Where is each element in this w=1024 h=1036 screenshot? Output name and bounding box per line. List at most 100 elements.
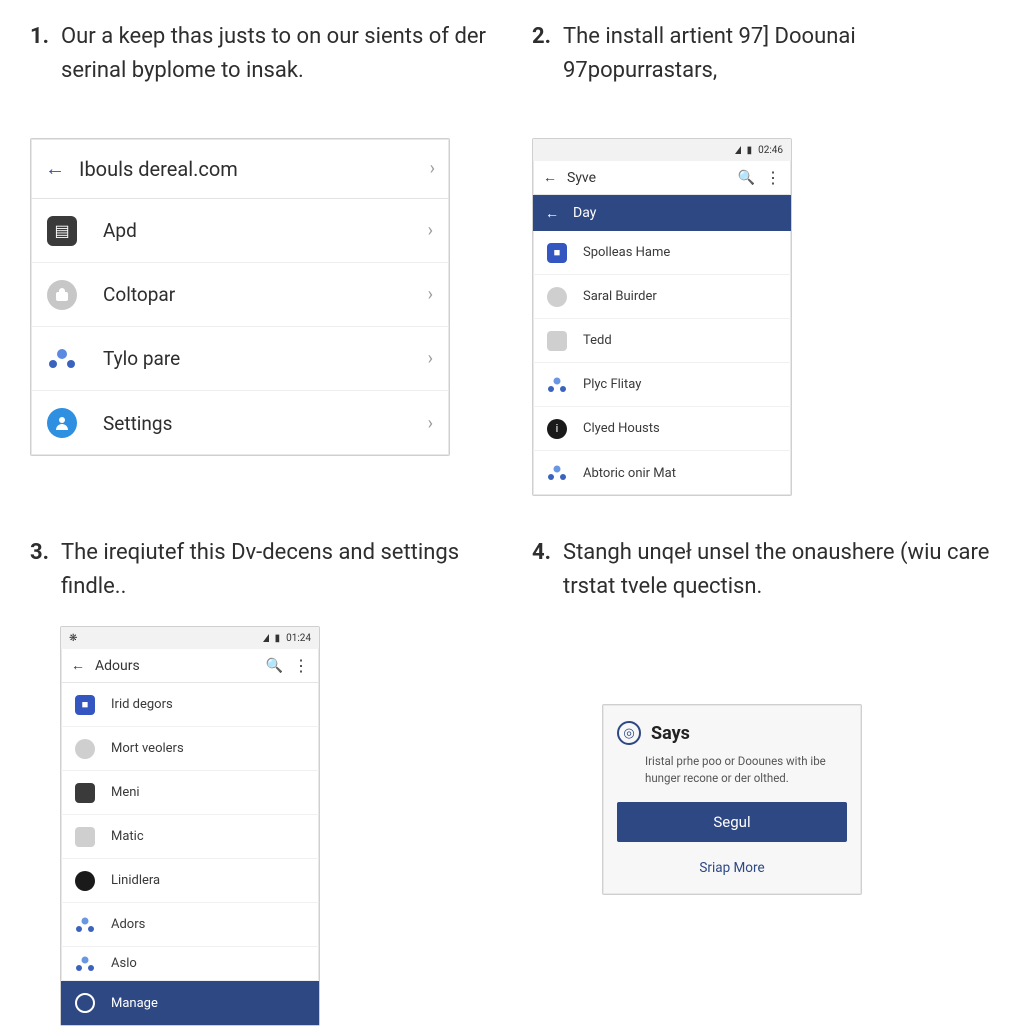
appbar-title: Syve [567,170,596,186]
item-label: Saral Buirder [583,289,657,304]
clock: 02:46 [758,145,783,156]
back-icon[interactable]: ← [545,205,559,222]
panel1-titlebar[interactable]: ← Ibouls dereal.com › [31,139,449,199]
item-label: Abtoric onir Mat [583,466,676,481]
item-label: Spolleas Hame [583,245,670,260]
list-item[interactable]: ■ Spolleas Hame [533,231,791,275]
row-label: Coltopar [103,283,175,306]
back-icon[interactable]: ← [71,657,85,674]
step-2-number: 2. [532,20,551,120]
step-3-number: 3. [30,536,49,608]
panel1-row-coltopar[interactable]: Coltopar › [31,263,449,327]
item-label: Matic [111,829,144,844]
row-label: Apd [103,219,137,242]
chevron-right-icon: › [428,348,433,369]
row-label: Settings [103,412,172,435]
dialog-icon: ◎ [617,721,641,745]
coltopar-icon [47,280,77,310]
chevron-right-icon: › [428,284,433,305]
search-icon[interactable]: 🔍 [738,170,755,186]
target-icon [75,993,95,1013]
step-1: 1. Our a keep thas justs to on our sient… [30,20,492,496]
primary-button[interactable]: Segul [617,802,847,842]
list-item[interactable]: Plyc Flitay [533,363,791,407]
app-bar: ← Syve 🔍 ⋮ [533,161,791,195]
item-label: Adors [111,917,145,932]
row-label: Tylo pare [103,347,180,370]
panel1-row-tylo[interactable]: Tylo pare › [31,327,449,391]
list-item[interactable]: Meni [61,771,319,815]
section-title: Day [573,205,596,221]
item-label: Meni [111,785,140,800]
square-icon [75,827,95,847]
dialog-title: Says [651,723,690,744]
item-label: Tedd [583,333,612,348]
step-3-text: The ireqiutef this Dv-decens and setting… [61,536,492,608]
status-bar: ❋ ▮ 01:24 [61,627,319,649]
item-label: Plyc Flitay [583,377,641,392]
list-item[interactable]: Tedd [533,319,791,363]
panel1-row-apd[interactable]: ▤ Apd › [31,199,449,263]
panel-2: ▮ 02:46 ← Syve 🔍 ⋮ ← Day ■ Spolleas Hame… [532,138,792,496]
back-icon[interactable]: ← [45,156,65,181]
step-1-text: Our a keep thas justs to on our sients o… [61,20,492,120]
list-item[interactable]: Linidlera [61,859,319,903]
list-item[interactable]: Abtoric onir Mat [533,451,791,495]
item-label: Linidlera [111,873,160,888]
item-label: Mort veolers [111,741,184,756]
signal-icon [263,634,269,642]
list-item[interactable]: Saral Buirder [533,275,791,319]
chevron-right-icon: › [428,220,433,241]
search-icon[interactable]: 🔍 [266,658,283,674]
list-item[interactable]: ■ Irid degors [61,683,319,727]
person-icon [75,915,95,935]
person-icon [75,954,95,974]
chevron-right-icon: › [428,413,433,434]
panel-1: ← Ibouls dereal.com › ▤ Apd › Coltopar › [30,138,450,456]
menu-icon[interactable]: ⋮ [293,658,309,674]
list-item[interactable]: Mort veolers [61,727,319,771]
step-4-number: 4. [532,536,551,646]
panel-4-dialog: ◎ Says Iristal prhe poo or Doounes with … [602,704,862,895]
step-2-text: The install artient 97] Doounai 97popurr… [563,20,994,120]
list-item[interactable]: Matic [61,815,319,859]
settings-icon [47,408,77,438]
item-label: Aslo [111,956,137,971]
signal-icon [735,146,741,154]
step-4-text: Stangh unqeł unsel the onaushere (wiu ca… [563,536,994,646]
person-icon [47,344,77,374]
list-item[interactable]: i Clyed Housts [533,407,791,451]
back-icon[interactable]: ← [543,169,557,186]
section-header[interactable]: ← Day [533,195,791,231]
battery-icon: ▮ [275,633,281,644]
dialog-body: Iristal prhe poo or Doounes with ibe hun… [645,753,847,786]
app-icon: ■ [75,695,95,715]
step-3: 3. The ireqiutef this Dv-decens and sett… [30,536,492,1026]
chevron-right-icon: › [430,158,435,179]
item-label: Manage [111,996,158,1011]
step-2: 2. The install artient 97] Doounai 97pop… [532,20,994,496]
list-item-selected[interactable]: Manage [61,981,319,1025]
app-bar: ← Adours 🔍 ⋮ [61,649,319,683]
panel1-title: Ibouls dereal.com [79,157,238,181]
dot-icon [75,871,95,891]
square-icon [547,331,567,351]
menu-icon[interactable]: ⋮ [765,170,781,186]
panel1-row-settings[interactable]: Settings › [31,391,449,455]
step-4: 4. Stangh unqeł unsel the onaushere (wiu… [532,536,994,1026]
clock: 01:24 [286,633,311,644]
secondary-link[interactable]: Sriap More [617,854,847,882]
apd-icon: ▤ [47,216,77,246]
person-icon [547,463,567,483]
status-bar: ▮ 02:46 [533,139,791,161]
item-label: Irid degors [111,697,173,712]
bluetooth-icon: ❋ [69,633,77,644]
list-item[interactable]: Aslo [61,947,319,981]
circle-icon [547,287,567,307]
person-icon [547,375,567,395]
info-icon: i [547,419,567,439]
circle-icon [75,739,95,759]
square-icon [75,783,95,803]
list-item[interactable]: Adors [61,903,319,947]
app-icon: ■ [547,243,567,263]
